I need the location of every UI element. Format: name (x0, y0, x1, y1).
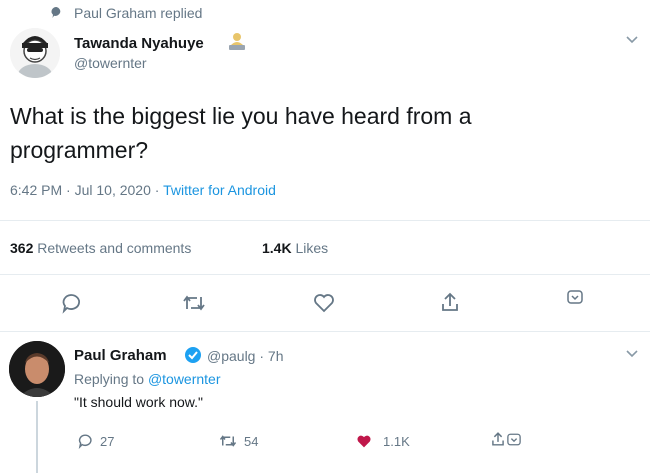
like-icon[interactable] (313, 293, 335, 313)
divider (0, 274, 650, 275)
author-name[interactable]: Tawanda Nyahuye (74, 35, 204, 52)
reply-icon[interactable] (77, 433, 93, 449)
tweet-timestamp-row: 6:42 PM · Jul 10, 2020 · Twitter for And… (10, 182, 276, 198)
tweet-text-line-2: programmer? (10, 137, 149, 163)
replying-to: Replying to @towernter (74, 371, 221, 387)
chevron-down-icon[interactable] (626, 36, 638, 44)
reply-author-handle[interactable]: @paulg (207, 348, 255, 364)
replying-handle-link[interactable]: @towernter (148, 371, 221, 387)
likes-stat[interactable]: 1.4K Likes (262, 240, 328, 256)
avatar[interactable] (10, 28, 60, 78)
avatar[interactable] (9, 341, 65, 397)
retweets-count: 362 (10, 240, 34, 256)
retweets-stat[interactable]: 362 Retweets and comments (10, 240, 191, 256)
context-label: Paul Graham replied (74, 5, 203, 21)
tweet-text-line-1: What is the biggest lie you have heard f… (10, 103, 472, 129)
speech-bubble-icon (50, 6, 63, 19)
liked-heart-icon[interactable] (356, 434, 372, 449)
author-handle[interactable]: @towernter (74, 55, 147, 71)
reply-icon[interactable] (60, 292, 82, 314)
reply-author-name[interactable]: Paul Graham (74, 347, 167, 364)
person-laptop-emoji-icon (228, 32, 246, 52)
tweet-source-link[interactable]: Twitter for Android (163, 182, 276, 198)
stats-row: 362 Retweets and comments (10, 240, 191, 256)
likes-count: 1.4K (262, 240, 292, 256)
thread-line (36, 401, 38, 473)
divider (0, 331, 650, 332)
verified-badge-icon (184, 346, 202, 364)
chevron-down-icon[interactable] (626, 350, 638, 358)
share-icon[interactable] (439, 291, 461, 313)
share-icon[interactable] (490, 431, 506, 447)
divider (0, 220, 650, 221)
more-icon[interactable] (567, 290, 583, 304)
more-icon[interactable] (507, 433, 521, 446)
reply-text: "It should work now." (74, 394, 204, 410)
retweet-icon[interactable] (182, 293, 206, 313)
retweets-label: Retweets and comments (37, 240, 192, 256)
reply-time[interactable]: · 7h (255, 348, 283, 364)
retweet-count: 54 (244, 434, 259, 449)
reply-meta: @paulg · 7h (207, 348, 283, 364)
like-count: 1.1K (383, 434, 410, 449)
likes-label: Likes (295, 240, 329, 256)
replying-label: Replying to (74, 371, 148, 387)
reply-count: 27 (100, 434, 115, 449)
retweet-icon[interactable] (219, 433, 237, 449)
tweet-timestamp[interactable]: 6:42 PM · Jul 10, 2020 · (10, 182, 163, 198)
reply-header: Paul Graham (74, 347, 167, 364)
